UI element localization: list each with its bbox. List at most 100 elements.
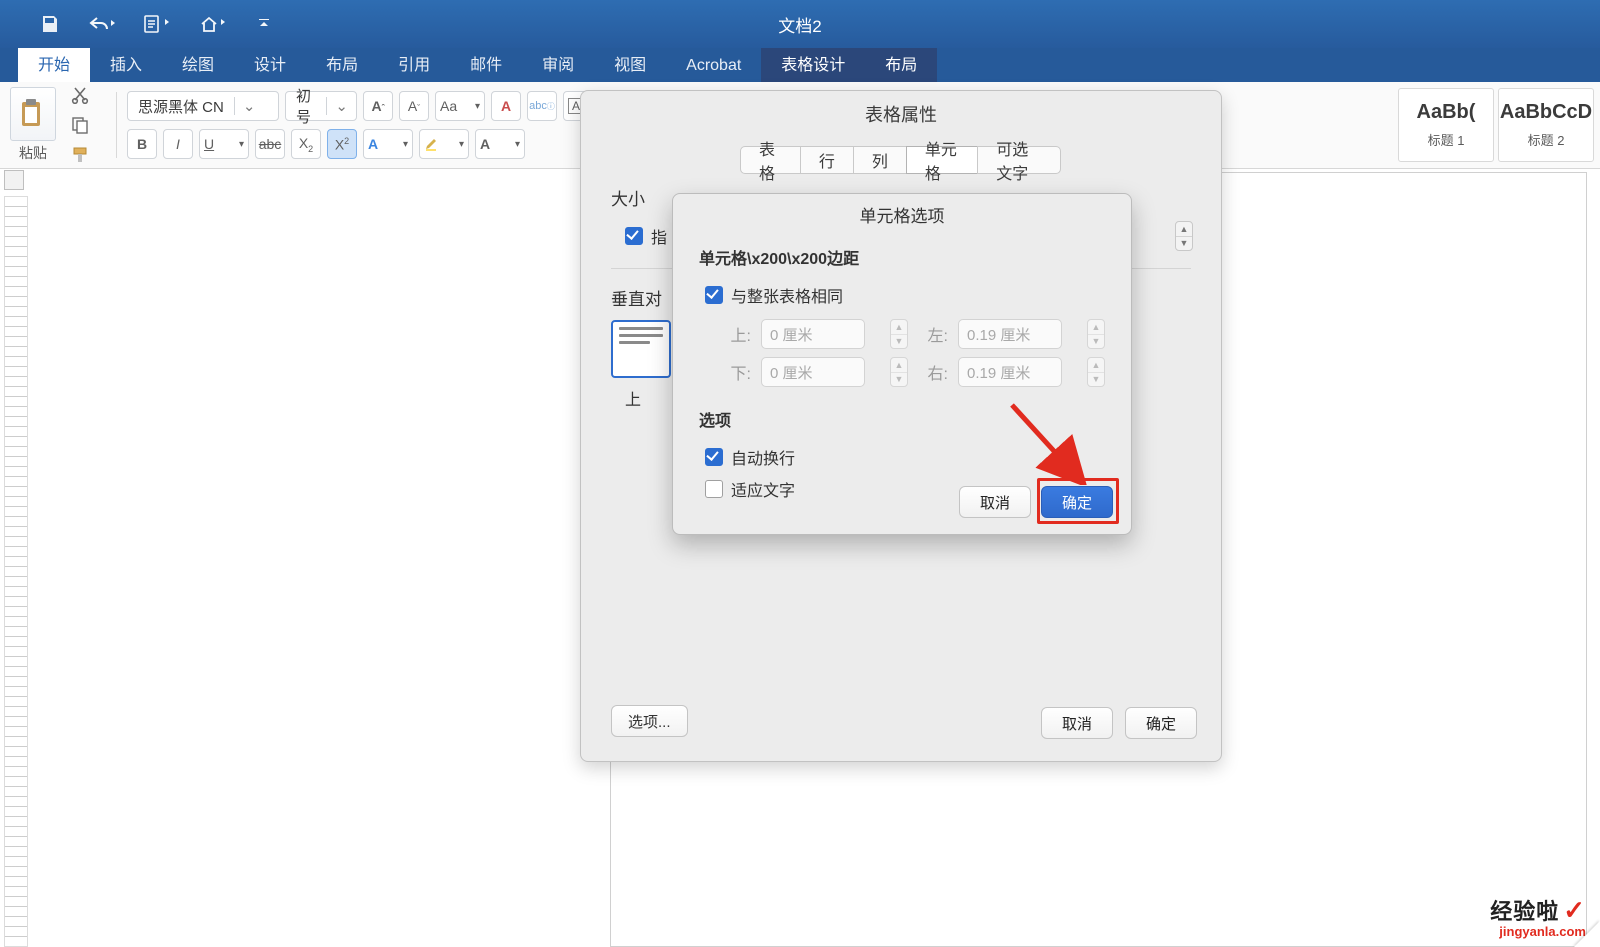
phonetic-button[interactable]: abcⓘ (527, 91, 557, 121)
margin-bottom-label: 下: (721, 360, 751, 384)
strike-label: abc (259, 136, 282, 152)
vertical-ruler[interactable] (4, 196, 28, 947)
fit-text-label: 适应文字 (731, 477, 795, 501)
strike-button[interactable]: abc (255, 129, 285, 159)
checkbox-icon (705, 448, 723, 466)
style-preview: AaBbCcD (1500, 101, 1592, 124)
style-preview: AaBb( (1417, 101, 1476, 124)
table-properties-tabs: 表格 行 列 单元格 可选文字 (741, 146, 1061, 174)
cell-options-cancel-button[interactable]: 取消 (959, 486, 1031, 518)
tab-table-design[interactable]: 表格设计 (761, 45, 865, 82)
margin-top-value: 0 厘米 (770, 324, 813, 345)
options-section-label: 选项 (699, 407, 1105, 431)
watermark: 经验啦✓ jingyanla.com (1490, 894, 1586, 939)
tab-insert[interactable]: 插入 (90, 45, 162, 82)
margin-top-label: 上: (721, 322, 751, 346)
clear-format-button[interactable]: A (491, 91, 521, 121)
italic-label: I (176, 136, 180, 152)
margin-bottom-stepper[interactable]: ▲▼ (890, 357, 908, 387)
margin-left-value: 0.19 厘米 (967, 324, 1030, 345)
tab-cell[interactable]: 单元格 (906, 146, 978, 174)
copy-icon[interactable] (68, 114, 92, 136)
font-size-value: 初号 (286, 85, 326, 127)
tab-alt-text[interactable]: 可选文字 (977, 146, 1061, 174)
cell-options-button[interactable]: 选项... (611, 705, 688, 737)
font-size-combo[interactable]: 初号⌄ (285, 91, 357, 121)
cell-options-title: 单元格选项 (673, 194, 1131, 235)
margin-left-label: 左: (918, 322, 948, 346)
margin-right-value: 0.19 厘米 (967, 362, 1030, 383)
style-heading-1[interactable]: AaBb( 标题 1 (1398, 88, 1494, 162)
checkbox-icon (705, 286, 723, 304)
title-bar: 文档2 (0, 0, 1600, 48)
cell-options-dialog: 单元格选项 单元格\x200\x200边距 与整张表格相同 上: 0 厘米 ▲▼… (672, 193, 1132, 535)
margin-left-stepper[interactable]: ▲▼ (1087, 319, 1105, 349)
tab-design[interactable]: 设计 (234, 45, 306, 82)
underline-button[interactable]: U▾ (199, 129, 249, 159)
tab-column[interactable]: 列 (853, 146, 907, 174)
style-gallery: AaBb( 标题 1 AaBbCcD 标题 2 (1398, 88, 1594, 162)
font-color-button[interactable]: A▾ (475, 129, 525, 159)
tab-draw[interactable]: 绘图 (162, 45, 234, 82)
text-effects-button[interactable]: A▾ (363, 129, 413, 159)
margin-right-label: 右: (918, 360, 948, 384)
tab-home[interactable]: 开始 (18, 45, 90, 82)
tab-view[interactable]: 视图 (594, 45, 666, 82)
cut-icon[interactable] (68, 84, 92, 106)
font-name-value: 思源黑体 CN (128, 96, 234, 117)
margin-bottom-field[interactable]: 0 厘米 (761, 357, 865, 387)
style-heading-2[interactable]: AaBbCcD 标题 2 (1498, 88, 1594, 162)
underline-label: U (204, 136, 214, 152)
ruler-corner[interactable] (4, 170, 24, 190)
tab-table[interactable]: 表格 (740, 146, 801, 174)
grow-font-button[interactable]: Aˆ (363, 91, 393, 121)
tab-row[interactable]: 行 (800, 146, 854, 174)
dialog-title: 表格属性 (581, 101, 1221, 127)
preferred-width-label: 指 (651, 224, 667, 248)
bold-label: B (137, 136, 147, 152)
watermark-text: 经验啦 (1490, 899, 1559, 924)
margin-left-field[interactable]: 0.19 厘米 (958, 319, 1062, 349)
tab-acrobat[interactable]: Acrobat (666, 51, 761, 82)
table-props-cancel-button[interactable]: 取消 (1041, 707, 1113, 739)
align-top-button[interactable] (611, 320, 671, 378)
measure-stepper[interactable]: ▲▼ (1175, 221, 1193, 251)
subscript-button[interactable]: X2 (291, 129, 321, 159)
same-as-table-checkbox[interactable]: 与整张表格相同 (705, 283, 1105, 307)
checkbox-icon (705, 480, 723, 498)
table-props-ok-button[interactable]: 确定 (1125, 707, 1197, 739)
change-case-label: Aa (440, 98, 457, 114)
margin-top-stepper[interactable]: ▲▼ (890, 319, 908, 349)
cell-options-ok-button[interactable]: 确定 (1041, 486, 1113, 518)
tab-layout[interactable]: 布局 (306, 45, 378, 82)
tab-references[interactable]: 引用 (378, 45, 450, 82)
tab-review[interactable]: 审阅 (522, 45, 594, 82)
wrap-text-label: 自动换行 (731, 445, 795, 469)
margin-bottom-value: 0 厘米 (770, 362, 813, 383)
highlight-button[interactable]: ▾ (419, 129, 469, 159)
format-painter-icon[interactable] (68, 144, 92, 166)
style-label: 标题 1 (1428, 130, 1465, 149)
change-case-button[interactable]: Aa▾ (435, 91, 485, 121)
wrap-text-checkbox[interactable]: 自动换行 (705, 445, 1105, 469)
shrink-font-button[interactable]: Aˇ (399, 91, 429, 121)
ribbon-tabs: 开始 插入 绘图 设计 布局 引用 邮件 审阅 视图 Acrobat 表格设计 … (0, 48, 1600, 82)
bold-button[interactable]: B (127, 129, 157, 159)
italic-button[interactable]: I (163, 129, 193, 159)
window-title: 文档2 (0, 12, 1600, 37)
margin-right-field[interactable]: 0.19 厘米 (958, 357, 1062, 387)
paste-label: 粘贴 (19, 143, 47, 163)
paste-group: 粘贴 (10, 87, 56, 163)
checkbox-icon (625, 227, 643, 245)
tab-mail[interactable]: 邮件 (450, 45, 522, 82)
superscript-button[interactable]: X2 (327, 129, 357, 159)
font-name-combo[interactable]: 思源黑体 CN⌄ (127, 91, 279, 121)
paste-button[interactable] (10, 87, 56, 141)
cell-margins-label: 单元格\x200\x200边距 (699, 245, 1105, 269)
style-label: 标题 2 (1528, 130, 1565, 149)
margins-grid: 上: 0 厘米 ▲▼ 左: 0.19 厘米 ▲▼ 下: 0 厘米 ▲▼ 右: 0… (721, 319, 1105, 387)
watermark-url: jingyanla.com (1490, 924, 1586, 939)
tab-table-layout[interactable]: 布局 (865, 45, 937, 82)
margin-right-stepper[interactable]: ▲▼ (1087, 357, 1105, 387)
margin-top-field[interactable]: 0 厘米 (761, 319, 865, 349)
